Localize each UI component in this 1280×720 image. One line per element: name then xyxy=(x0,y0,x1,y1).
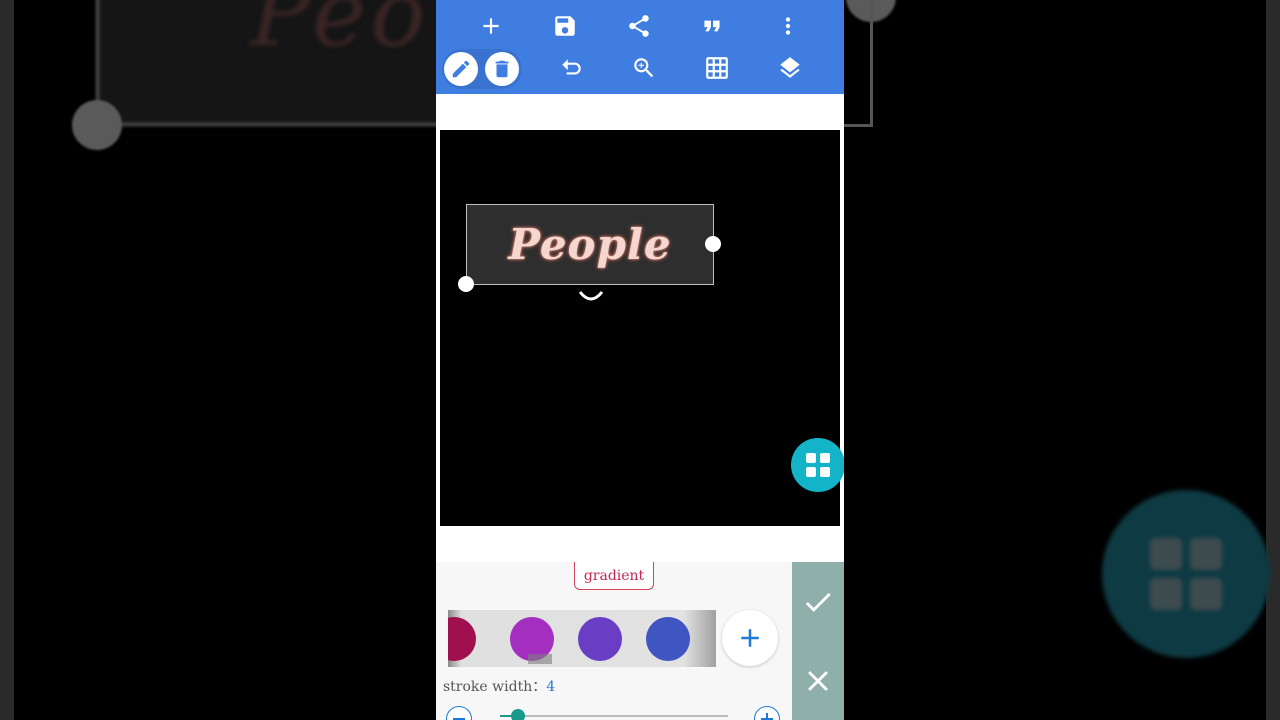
slider-thumb[interactable] xyxy=(511,709,526,720)
color-swatch[interactable] xyxy=(646,617,690,661)
more-vert-icon xyxy=(785,17,791,35)
apps-fab[interactable] xyxy=(791,438,844,492)
resize-handle[interactable] xyxy=(705,236,721,252)
quote-icon xyxy=(704,20,720,32)
add-icon xyxy=(483,18,499,34)
undo-button[interactable] xyxy=(551,48,591,88)
blurred-fab xyxy=(1102,490,1270,658)
decrease-stroke-button[interactable] xyxy=(446,706,472,720)
background-edge xyxy=(1266,0,1280,720)
confirm-button[interactable] xyxy=(792,576,844,628)
quote-button[interactable] xyxy=(692,6,732,46)
stroke-width-label: stroke width：4 xyxy=(443,676,555,696)
share-button[interactable] xyxy=(619,6,659,46)
undo-icon xyxy=(562,59,581,75)
zoom-in-icon xyxy=(634,58,654,78)
stroke-width-value: 4 xyxy=(546,679,556,695)
check-icon xyxy=(805,592,831,612)
color-swatch-list[interactable] xyxy=(448,610,716,667)
stroke-panel: gradient stroke width：4 xyxy=(436,562,792,720)
save-button[interactable] xyxy=(545,6,585,46)
toolbar-row-secondary xyxy=(436,46,844,92)
blurred-border xyxy=(870,0,873,127)
background-edge xyxy=(0,0,14,720)
gradient-button[interactable]: gradient xyxy=(574,562,654,590)
layers-button[interactable] xyxy=(770,48,810,88)
color-swatch[interactable] xyxy=(448,617,476,661)
text-layer[interactable]: People xyxy=(466,204,714,285)
drawing-canvas[interactable]: People xyxy=(440,130,844,526)
color-swatch[interactable] xyxy=(578,617,622,661)
grid-icon xyxy=(706,57,728,79)
stroke-width-slider[interactable] xyxy=(500,709,728,720)
blurred-border xyxy=(844,124,872,127)
swatch-scroll-indicator xyxy=(528,654,552,664)
toolbar-row-primary xyxy=(436,4,844,50)
screen: Peo People gradient stroke width：4 xyxy=(0,0,1280,720)
plus-icon xyxy=(741,629,759,647)
close-icon xyxy=(808,671,828,691)
panel-actions xyxy=(792,562,844,720)
blurred-handle xyxy=(72,100,122,150)
more-button[interactable] xyxy=(768,6,808,46)
text-layer-content: People xyxy=(508,220,672,269)
resize-handle[interactable] xyxy=(458,276,474,292)
rotate-handle[interactable] xyxy=(578,290,604,304)
stroke-width-slider-row xyxy=(436,702,792,720)
top-toolbar xyxy=(436,0,844,94)
add-button[interactable] xyxy=(471,6,511,46)
share-icon xyxy=(629,15,649,37)
blurred-text: Peo xyxy=(250,0,430,67)
save-icon xyxy=(555,16,575,36)
increase-stroke-button[interactable] xyxy=(754,706,780,720)
grid-button[interactable] xyxy=(697,48,737,88)
cancel-button[interactable] xyxy=(792,655,844,707)
blurred-background-left: Peo xyxy=(0,0,436,720)
add-color-button[interactable] xyxy=(722,610,778,666)
canvas-area: People xyxy=(436,94,844,562)
layers-icon xyxy=(780,57,800,78)
apps-grid-icon xyxy=(806,453,830,477)
stroke-width-text: stroke width： xyxy=(443,679,547,695)
zoom-in-button[interactable] xyxy=(624,48,664,88)
editor-app: People gradient stroke width：4 xyxy=(436,0,844,720)
